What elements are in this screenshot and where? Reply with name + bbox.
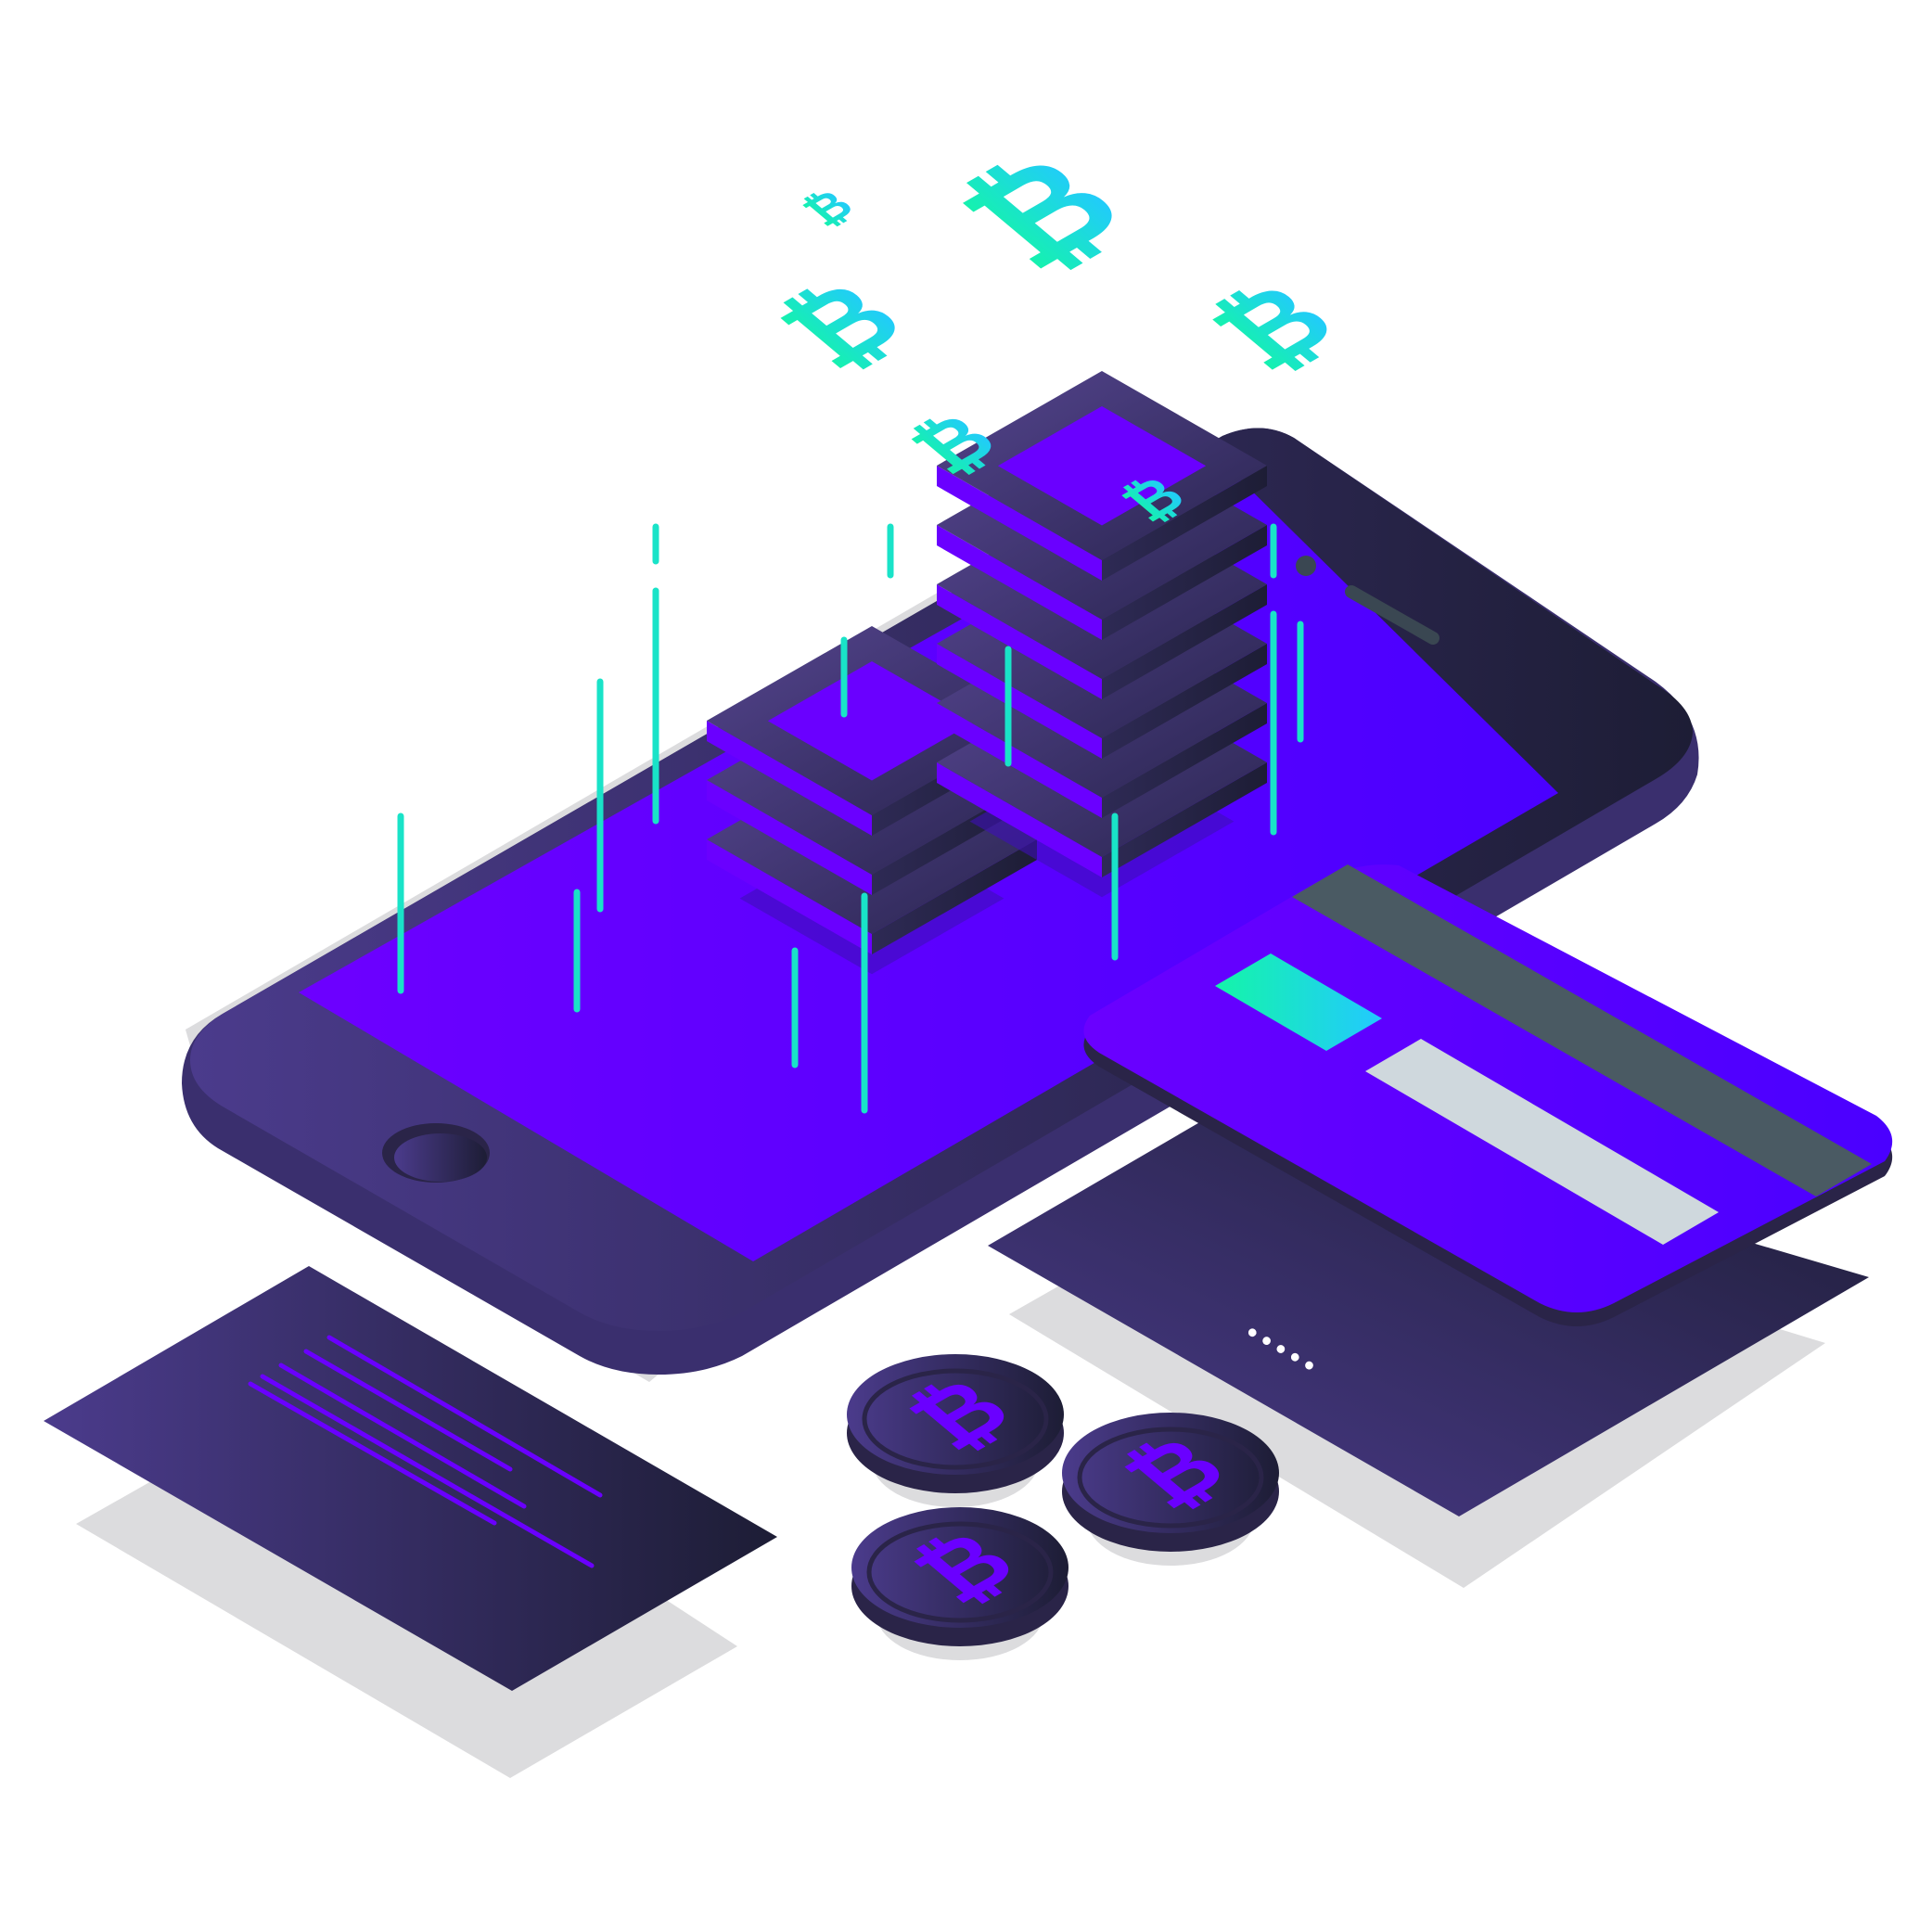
bitcoin-icon: ₿ xyxy=(928,128,1158,296)
isometric-crypto-scene: ₿ ₿ ₿ ₿ ₿ ₿ ••••• ₿ ₿ ₿ xyxy=(44,128,1893,1778)
home-button-inner xyxy=(394,1133,487,1182)
front-camera-icon xyxy=(1296,556,1316,576)
bitcoin-icon: ₿ xyxy=(754,262,930,390)
coin[interactable]: ₿ xyxy=(851,1507,1068,1660)
coin[interactable]: ₿ xyxy=(847,1354,1064,1507)
bitcoin-icon: ₿ xyxy=(1186,262,1363,390)
bitcoin-icon: ₿ xyxy=(791,181,865,235)
coin[interactable]: ₿ xyxy=(1062,1413,1279,1566)
